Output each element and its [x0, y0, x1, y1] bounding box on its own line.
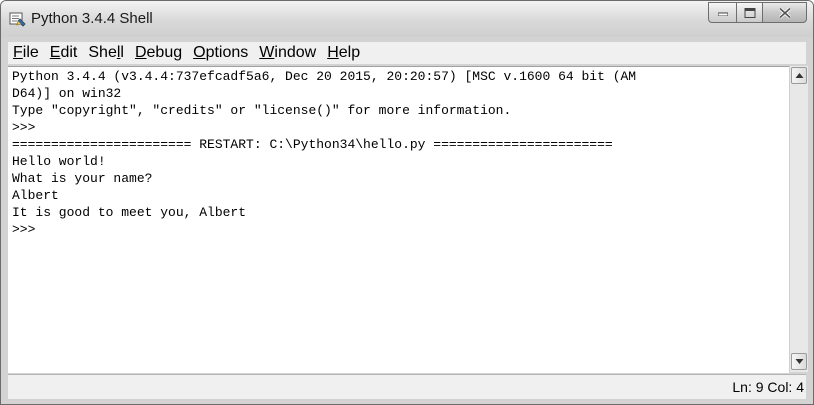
- cursor-position: Ln: 9 Col: 4: [732, 379, 804, 395]
- caption-buttons: [708, 2, 807, 23]
- title-bar[interactable]: Python 3.4.4 Shell: [1, 1, 813, 37]
- menu-file[interactable]: File: [8, 44, 45, 62]
- idle-shell-window: Python 3.4.4 Shell File Edit Shell Debug…: [0, 0, 814, 405]
- minimize-button[interactable]: [708, 2, 736, 23]
- close-button[interactable]: [762, 2, 807, 23]
- arrow-up-icon: [795, 73, 804, 78]
- shell-line-banner-1: Python 3.4.4 (v3.4.4:737efcadf5a6, Dec 2…: [12, 69, 637, 84]
- window-title: Python 3.4.4 Shell: [31, 10, 153, 27]
- status-bar: Ln: 9 Col: 4: [8, 374, 806, 399]
- shell-output-line: It is good to meet you, Albert: [12, 205, 247, 220]
- scroll-up-button[interactable]: [791, 67, 807, 84]
- shell-prompt: >>>: [12, 120, 44, 135]
- menu-window[interactable]: Window: [254, 44, 322, 62]
- menu-shell[interactable]: Shell: [83, 44, 130, 62]
- shell-output-line: Hello world!: [12, 154, 106, 169]
- shell-text-area[interactable]: Python 3.4.4 (v3.4.4:737efcadf5a6, Dec 2…: [8, 66, 789, 373]
- menu-debug[interactable]: Debug: [130, 44, 188, 62]
- python-shell-icon[interactable]: [9, 10, 27, 28]
- arrow-down-icon: [795, 359, 804, 364]
- maximize-icon: [744, 7, 755, 18]
- vertical-scrollbar[interactable]: [789, 66, 808, 372]
- menu-edit[interactable]: Edit: [45, 44, 84, 62]
- shell-line-banner-2: D64)] on win32: [12, 86, 122, 101]
- shell-prompt: >>>: [12, 222, 44, 237]
- shell-line-restart: ======================= RESTART: C:\Pyth…: [12, 137, 613, 152]
- maximize-button[interactable]: [736, 2, 762, 23]
- minimize-icon: [717, 12, 728, 16]
- shell-user-input: Albert: [12, 188, 59, 203]
- menu-help[interactable]: Help: [322, 44, 366, 62]
- close-icon: [778, 7, 791, 18]
- menu-options[interactable]: Options: [188, 44, 254, 62]
- scroll-down-button[interactable]: [791, 353, 807, 370]
- shell-line-info: Type "copyright", "credits" or "license(…: [12, 103, 512, 118]
- shell-output-line: What is your name?: [12, 171, 153, 186]
- menu-bar: File Edit Shell Debug Options Window Hel…: [8, 42, 806, 64]
